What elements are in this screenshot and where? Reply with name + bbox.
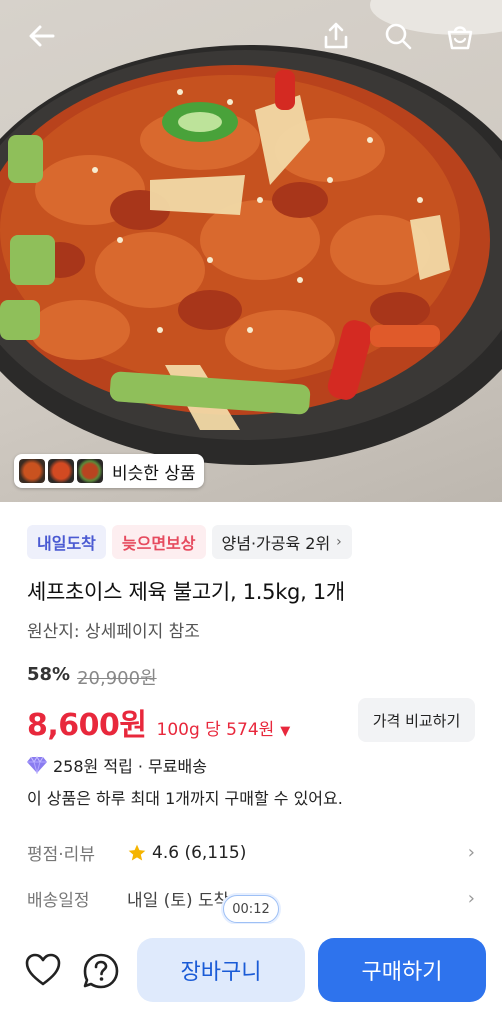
chevron-right-icon: ›: [467, 842, 475, 863]
wishlist-button[interactable]: [24, 952, 62, 988]
product-origin: 원산지: 상세페이지 참조: [27, 622, 200, 642]
rating-value-group: 4.6 (6,115): [127, 843, 246, 863]
gem-icon: [27, 756, 47, 774]
purchase-limit-text: 이 상품은 하루 최대 1개까지 구매할 수 있어요.: [27, 789, 343, 808]
share-button[interactable]: [318, 18, 354, 54]
similar-thumb-2: [48, 459, 74, 483]
reward-text: 258원 적립 · 무료배송: [53, 757, 207, 776]
similar-products-label: 비슷한 상품: [112, 463, 196, 484]
similar-thumb-1: [19, 459, 45, 483]
shipping-label: 배송일정: [27, 891, 90, 911]
cart-button[interactable]: [442, 18, 478, 54]
star-icon: [128, 844, 146, 860]
timer-badge: 00:12: [223, 895, 279, 923]
reward-row: 258원 적립 · 무료배송: [27, 753, 207, 777]
search-button[interactable]: [380, 18, 416, 54]
discount-row: 58% 20,900원: [27, 664, 157, 690]
buy-now-button[interactable]: 구매하기: [318, 938, 486, 1002]
add-to-cart-button[interactable]: 장바구니: [137, 938, 305, 1002]
arrival-badge: 내일도착: [27, 525, 106, 559]
discount-rate: 58%: [27, 664, 71, 685]
category-rank-badge[interactable]: 양념·가공육 2위 ›: [211, 525, 352, 559]
top-bar: [0, 0, 502, 72]
price-row: 8,600원 100g 당 574원 ▼: [27, 700, 290, 744]
shopping-bag-icon: [447, 26, 473, 50]
chevron-right-icon: ›: [336, 534, 342, 550]
heart-icon: [25, 953, 61, 986]
product-image[interactable]: 비슷한 상품: [0, 0, 502, 502]
bottom-action-bar: 장바구니 구매하기: [0, 924, 502, 1024]
rating-value: 4.6 (6,115): [152, 842, 247, 863]
rating-label: 평점·리뷰: [27, 845, 95, 865]
category-rank-label: 양념·가공육 2위: [221, 534, 331, 553]
share-icon: [324, 22, 348, 49]
original-price: 20,900원: [77, 668, 157, 689]
rating-review-row[interactable]: 평점·리뷰 4.6 (6,115) ›: [27, 840, 475, 865]
product-title: 셰프초이스 제육 불고기, 1.5kg, 1개: [27, 580, 345, 604]
chevron-right-icon: ›: [467, 888, 475, 909]
search-icon: [385, 23, 412, 50]
unit-price[interactable]: 100g 당 574원: [157, 715, 275, 740]
question-icon: [83, 953, 119, 989]
similar-products-chip[interactable]: 비슷한 상품: [14, 454, 204, 488]
late-compensation-badge: 늦으면보상: [111, 525, 206, 559]
arrow-left-icon: [29, 25, 55, 47]
back-button[interactable]: [24, 18, 60, 54]
chevron-down-icon[interactable]: ▼: [280, 724, 290, 739]
badge-row: 내일도착 늦으면보상 양념·가공육 2위 ›: [27, 525, 352, 559]
sale-price: 8,600원: [27, 708, 147, 743]
help-button[interactable]: [82, 952, 120, 990]
product-photo: [0, 0, 502, 465]
price-compare-button[interactable]: 가격 비교하기: [358, 698, 475, 742]
shipping-value: 내일 (토) 도착: [127, 891, 230, 911]
similar-thumb-3: [77, 459, 103, 483]
